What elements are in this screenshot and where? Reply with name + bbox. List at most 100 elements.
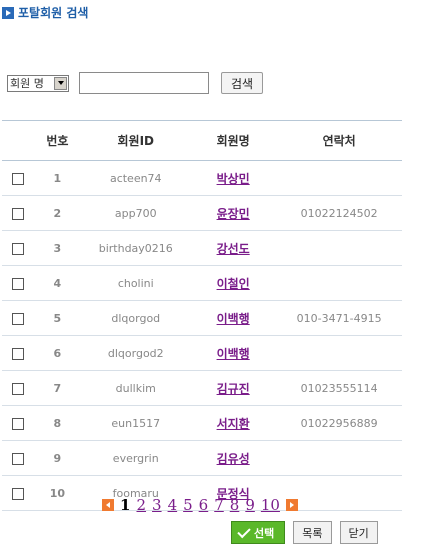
page-link-2[interactable]: 2 — [136, 496, 146, 514]
row-contact: 01022124502 — [276, 195, 402, 231]
table-header-row: 번호 회원ID 회원명 연락처 — [2, 120, 402, 161]
prev-page-icon[interactable] — [102, 499, 115, 511]
row-member-name-link[interactable]: 김규진 — [217, 382, 250, 396]
row-number: 7 — [33, 370, 82, 406]
table-row: 4 cholini 이철인 — [2, 265, 402, 301]
next-page-icon[interactable] — [285, 499, 298, 511]
row-checkbox-cell — [2, 300, 34, 336]
row-number: 8 — [33, 405, 82, 441]
page-link-10[interactable]: 10 — [261, 496, 280, 514]
header-checkbox-col — [2, 120, 34, 161]
row-member-name-link[interactable]: 강선도 — [217, 242, 250, 256]
search-input[interactable] — [79, 72, 209, 94]
row-checkbox[interactable] — [11, 347, 24, 360]
page-link-8[interactable]: 8 — [230, 496, 240, 514]
row-member-name-link[interactable]: 이철인 — [217, 277, 250, 291]
table-row: 6 dlqorgod2 이백행 — [2, 335, 402, 371]
row-member-name-cell: 이백행 — [189, 335, 277, 371]
header-member-id: 회원ID — [81, 120, 190, 161]
search-button[interactable]: 검색 — [221, 72, 264, 94]
select-button[interactable]: 선택 — [231, 521, 286, 544]
row-contact — [276, 335, 402, 371]
row-contact — [276, 160, 402, 196]
page-title: 포탈회원 검색 — [18, 6, 89, 20]
row-member-id: dlqorgod — [81, 300, 190, 336]
pagination: 1 2 3 4 5 6 7 8 9 10 — [0, 496, 400, 514]
page-link-4[interactable]: 4 — [168, 496, 178, 514]
row-member-name-link[interactable]: 윤장민 — [217, 207, 250, 221]
table-row: 7 dullkim 김규진 01023555114 — [2, 370, 402, 406]
row-number: 9 — [33, 440, 82, 476]
row-contact: 010-3471-4915 — [276, 300, 402, 336]
row-contact — [276, 265, 402, 301]
row-member-name-cell: 박상민 — [189, 160, 277, 196]
page-link-5[interactable]: 5 — [183, 496, 193, 514]
table-row: 2 app700 윤장민 01022124502 — [2, 195, 402, 231]
page-link-7[interactable]: 7 — [214, 496, 224, 514]
arrow-right-icon — [2, 6, 14, 19]
row-member-name-link[interactable]: 이백행 — [217, 347, 250, 361]
page-link-6[interactable]: 6 — [199, 496, 209, 514]
row-checkbox[interactable] — [11, 312, 24, 325]
row-checkbox-cell — [2, 405, 34, 441]
row-checkbox[interactable] — [11, 417, 24, 430]
row-member-name-cell: 이철인 — [189, 265, 277, 301]
row-checkbox[interactable] — [11, 242, 24, 255]
table-row: 1 acteen74 박상민 — [2, 160, 402, 196]
row-contact: 01023555114 — [276, 370, 402, 406]
search-field-selected: 회원 명 — [10, 77, 44, 90]
close-button[interactable]: 닫기 — [339, 521, 378, 544]
row-member-name-cell: 강선도 — [189, 230, 277, 266]
table-row: 9 evergrin 김유성 — [2, 440, 402, 476]
row-member-id: dullkim — [81, 370, 190, 406]
header-number: 번호 — [33, 120, 82, 161]
page-link-3[interactable]: 3 — [152, 496, 162, 514]
row-number: 6 — [33, 335, 82, 371]
current-page: 1 — [120, 496, 131, 514]
row-number: 3 — [33, 230, 82, 266]
row-member-id: birthday0216 — [81, 230, 190, 266]
row-member-id: app700 — [81, 195, 190, 231]
row-number: 4 — [33, 265, 82, 301]
row-checkbox[interactable] — [11, 277, 24, 290]
row-checkbox[interactable] — [11, 382, 24, 395]
header-contact: 연락처 — [276, 120, 402, 161]
row-number: 5 — [33, 300, 82, 336]
row-contact: 01022956889 — [276, 405, 402, 441]
row-checkbox-cell — [2, 230, 34, 266]
row-member-name-cell: 이백행 — [189, 300, 277, 336]
check-icon — [237, 524, 251, 538]
table-row: 8 eun1517 서지환 01022956889 — [2, 405, 402, 441]
row-checkbox[interactable] — [11, 452, 24, 465]
row-member-name-cell: 김유성 — [189, 440, 277, 476]
chevron-down-icon[interactable] — [54, 76, 67, 90]
row-checkbox-cell — [2, 440, 34, 476]
row-number: 2 — [33, 195, 82, 231]
row-member-name-cell: 서지환 — [189, 405, 277, 441]
list-button[interactable]: 목록 — [293, 521, 332, 544]
row-checkbox[interactable] — [11, 172, 24, 185]
page-title-area: 포탈회원 검색 — [2, 4, 88, 21]
row-checkbox-cell — [2, 265, 34, 301]
header-member-name: 회원명 — [189, 120, 277, 161]
search-bar: 회원 명 검색 — [7, 72, 264, 94]
row-member-name-cell: 김규진 — [189, 370, 277, 406]
select-button-label: 선택 — [254, 526, 275, 540]
row-checkbox-cell — [2, 160, 34, 196]
row-member-name-cell: 윤장민 — [189, 195, 277, 231]
row-member-id: evergrin — [81, 440, 190, 476]
row-member-name-link[interactable]: 이백행 — [217, 312, 250, 326]
row-checkbox[interactable] — [11, 207, 24, 220]
search-field-select[interactable]: 회원 명 — [7, 74, 69, 92]
row-member-name-link[interactable]: 김유성 — [217, 452, 250, 466]
table-row: 3 birthday0216 강선도 — [2, 230, 402, 266]
row-checkbox-cell — [2, 195, 34, 231]
row-member-name-link[interactable]: 박상민 — [217, 172, 250, 186]
page-link-9[interactable]: 9 — [245, 496, 255, 514]
action-bar: 선택 목록 닫기 — [231, 521, 378, 544]
row-member-name-link[interactable]: 서지환 — [217, 417, 250, 431]
row-member-id: eun1517 — [81, 405, 190, 441]
row-checkbox-cell — [2, 370, 34, 406]
member-table: 번호 회원ID 회원명 연락처 1 acteen74 박상민 2 app700 윤장민 01… — [2, 120, 402, 511]
row-contact — [276, 440, 402, 476]
